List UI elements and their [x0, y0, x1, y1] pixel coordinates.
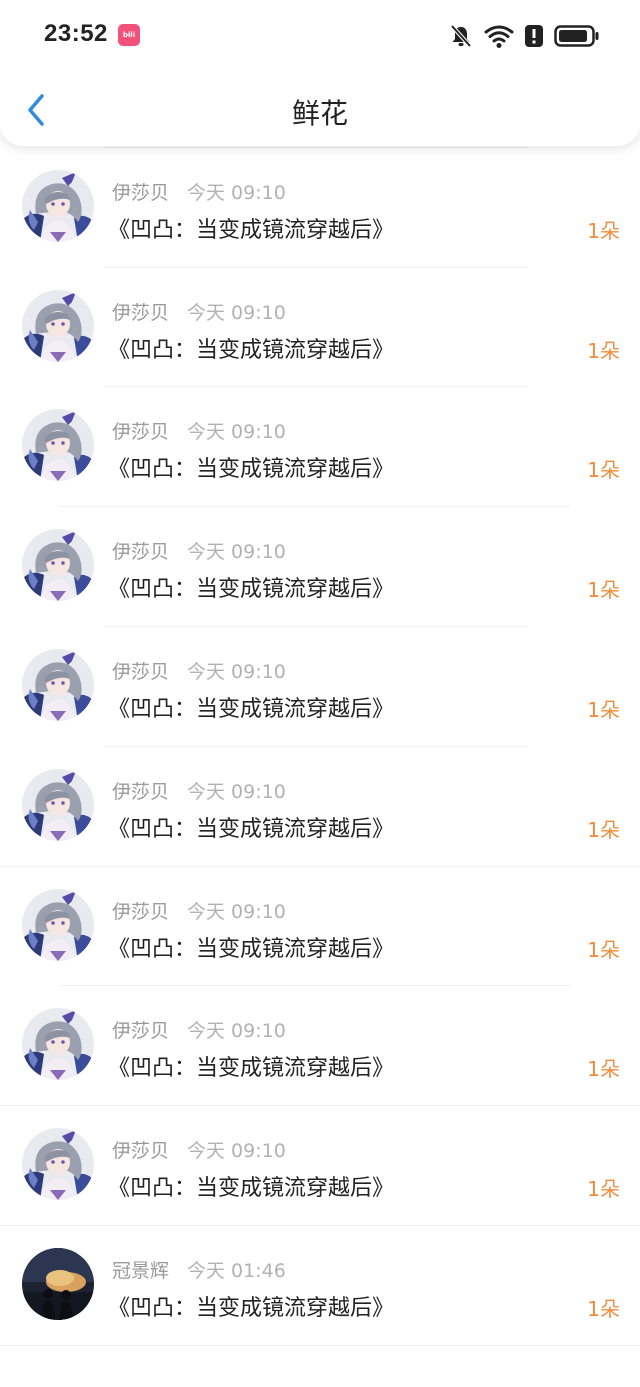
- flower-count: 1朵: [587, 698, 620, 722]
- status-icons: [448, 22, 600, 50]
- list-item[interactable]: 伊莎贝 今天 09:10 《凹凸：当变成镜流穿越后》 1朵: [0, 747, 640, 867]
- meta-row: 伊莎贝 今天 09:10: [112, 1016, 286, 1043]
- timestamp: 今天 09:10: [187, 421, 286, 444]
- list-item[interactable]: 伊莎贝 今天 09:10 《凹凸：当变成镜流穿越后》 1朵: [0, 507, 640, 627]
- meta-row: 伊莎贝 今天 09:10: [112, 178, 286, 205]
- meta-row: 冠景辉 今天 01:46: [112, 1256, 286, 1283]
- bilibili-app-icon: bili: [118, 24, 140, 46]
- work-title[interactable]: 《凹凸：当变成镜流穿越后》: [108, 931, 394, 963]
- nav-bar: 鲜花: [0, 72, 640, 146]
- timestamp: 今天 09:10: [187, 780, 286, 803]
- meta-row: 伊莎贝 今天 09:10: [112, 417, 286, 444]
- avatar[interactable]: [22, 888, 94, 961]
- battery-icon: [554, 25, 599, 47]
- timestamp: 今天 09:10: [187, 900, 286, 923]
- divider: [0, 1344, 640, 1346]
- meta-row: 伊莎贝 今天 09:10: [112, 537, 286, 564]
- avatar[interactable]: [22, 169, 94, 242]
- meta-row: 伊莎贝 今天 09:10: [112, 1136, 286, 1163]
- flower-count: 1朵: [587, 1057, 620, 1082]
- avatar[interactable]: [22, 289, 94, 362]
- user-name[interactable]: 伊莎贝: [112, 302, 169, 324]
- work-title[interactable]: 《凹凸：当变成镜流穿越后》: [108, 212, 394, 244]
- flower-count: 1朵: [587, 1177, 620, 1202]
- flower-count: 1朵: [587, 218, 620, 243]
- list-item[interactable]: 伊莎贝 今天 09:10 《凹凸：当变成镜流穿越后》 1朵: [0, 867, 640, 987]
- list-item[interactable]: 伊莎贝 今天 09:10 《凹凸：当变成镜流穿越后》 1朵: [0, 387, 640, 507]
- timestamp: 今天 09:10: [187, 661, 286, 683]
- status-bar: 23:52 bili: [0, 0, 640, 72]
- work-title[interactable]: 《凹凸：当变成镜流穿越后》: [108, 1050, 394, 1082]
- user-name[interactable]: 伊莎贝: [112, 182, 169, 204]
- flower-count: 1朵: [587, 1297, 620, 1321]
- list-item[interactable]: 伊莎贝 今天 09:10 《凹凸：当变成镜流穿越后》 1朵: [0, 1106, 640, 1226]
- user-name[interactable]: 伊莎贝: [112, 1140, 169, 1162]
- avatar[interactable]: [22, 1248, 94, 1320]
- meta-row: 伊莎贝 今天 09:10: [112, 298, 286, 325]
- list-item[interactable]: 伊莎贝 今天 09:10 《凹凸：当变成镜流穿越后》 1朵: [0, 986, 640, 1106]
- list-item[interactable]: 伊莎贝 今天 09:10 《凹凸：当变成镜流穿越后》 1朵: [0, 148, 640, 268]
- avatar[interactable]: [22, 529, 94, 602]
- work-title[interactable]: 《凹凸：当变成镜流穿越后》: [108, 811, 394, 843]
- wifi-icon: [484, 25, 514, 48]
- work-title[interactable]: 《凹凸：当变成镜流穿越后》: [108, 332, 394, 364]
- avatar[interactable]: [22, 649, 94, 721]
- avatar[interactable]: [22, 409, 94, 482]
- meta-row: 伊莎贝 今天 09:10: [112, 897, 286, 924]
- page-title: 鲜花: [291, 97, 348, 130]
- meta-row: 伊莎贝 今天 09:10: [112, 657, 286, 684]
- user-name[interactable]: 伊莎贝: [112, 421, 169, 443]
- avatar[interactable]: [22, 1128, 94, 1201]
- flower-count: 1朵: [587, 338, 620, 363]
- timestamp: 今天 09:10: [187, 1020, 286, 1043]
- work-title[interactable]: 《凹凸：当变成镜流穿越后》: [108, 691, 394, 723]
- list-item[interactable]: 伊莎贝 今天 09:10 《凹凸：当变成镜流穿越后》 1朵: [0, 268, 640, 388]
- meta-row: 伊莎贝 今天 09:10: [112, 777, 286, 804]
- flower-count: 1朵: [587, 458, 620, 483]
- timestamp: 今天 01:46: [187, 1260, 286, 1282]
- flower-count: 1朵: [587, 937, 620, 962]
- user-name[interactable]: 伊莎贝: [112, 781, 169, 803]
- work-title[interactable]: 《凹凸：当变成镜流穿越后》: [108, 1290, 394, 1322]
- alert-icon: [525, 25, 543, 47]
- flower-count: 1朵: [587, 578, 620, 603]
- user-name[interactable]: 伊莎贝: [112, 661, 169, 683]
- avatar[interactable]: [22, 1008, 94, 1081]
- work-title[interactable]: 《凹凸：当变成镜流穿越后》: [108, 451, 394, 483]
- user-name[interactable]: 伊莎贝: [112, 1020, 169, 1042]
- bell-off-icon: [450, 24, 472, 48]
- list-item[interactable]: 伊莎贝 今天 09:10 《凹凸：当变成镜流穿越后》 1朵: [0, 627, 640, 747]
- work-title[interactable]: 《凹凸：当变成镜流穿越后》: [108, 1170, 394, 1202]
- timestamp: 今天 09:10: [187, 1140, 286, 1163]
- avatar[interactable]: [22, 768, 94, 841]
- work-title[interactable]: 《凹凸：当变成镜流穿越后》: [108, 571, 394, 603]
- top-header: 23:52 bili 鲜花: [0, 0, 640, 146]
- timestamp: 今天 09:10: [187, 301, 286, 324]
- status-time: 23:52: [44, 20, 108, 47]
- user-name[interactable]: 冠景辉: [112, 1260, 169, 1282]
- flower-count: 1朵: [587, 817, 620, 842]
- list-item[interactable]: 冠景辉 今天 01:46 《凹凸：当变成镜流穿越后》 1朵: [0, 1226, 640, 1346]
- timestamp: 今天 09:10: [187, 181, 286, 204]
- user-name[interactable]: 伊莎贝: [112, 541, 169, 563]
- timestamp: 今天 09:10: [187, 541, 286, 564]
- user-name[interactable]: 伊莎贝: [112, 901, 169, 923]
